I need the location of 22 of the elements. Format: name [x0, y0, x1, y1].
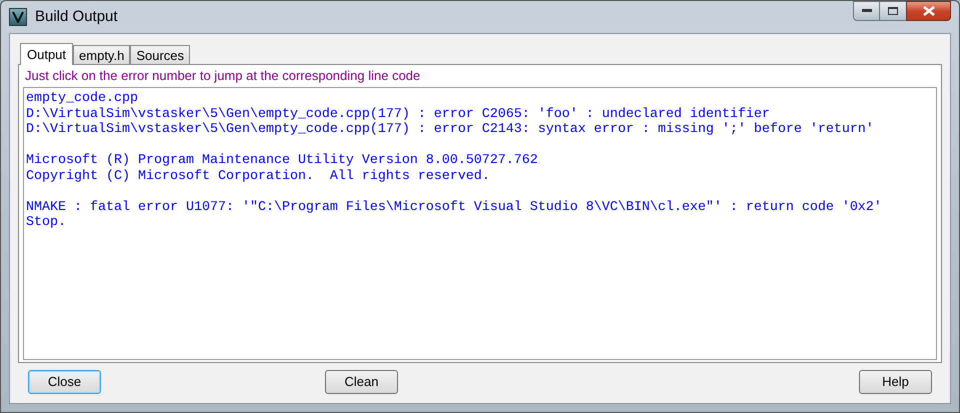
maximize-button[interactable] [880, 1, 906, 21]
maximize-icon [888, 7, 898, 15]
output-line: Microsoft (R) Program Maintenance Utility Version 8.00.50727.762 [26, 153, 538, 168]
close-button[interactable] [906, 1, 951, 21]
dialog-button[interactable]: Close [28, 370, 101, 394]
minimize-icon [862, 9, 872, 13]
output-line: D:\VirtualSim\vstasker\5\Gen\empty_code.cpp(177) : error C2143: syntax error : missing ';' before 'return' [26, 122, 874, 138]
tab[interactable]: Sources [130, 45, 190, 64]
dialog-button[interactable]: Help [859, 370, 932, 394]
app-logo-icon [9, 8, 27, 26]
output-line: Stop. [26, 215, 66, 230]
output-line: empty_code.cpp [26, 91, 138, 106]
dialog-button[interactable]: Clean [325, 370, 398, 394]
minimize-button[interactable] [853, 1, 880, 21]
window-title: Build Output [35, 6, 118, 27]
output-line: D:\VirtualSim\vstasker\5\Gen\empty_code.cpp(177) : error C2065: 'foo' : undeclared identifier [26, 106, 770, 122]
tab[interactable]: Output [20, 43, 74, 65]
close-icon [922, 6, 934, 16]
output-line: NMAKE : fatal error U1077: '"C:\Program Files\Microsoft Visual Studio 8\VC\BIN\cl.exe"' : return code '0x2' [26, 200, 882, 215]
hint-text: Just click on the error number to jump at the corresponding line code [24, 67, 422, 85]
tab[interactable]: empty.h [73, 45, 130, 64]
output-line: Copyright (C) Microsoft Corporation. All rights reserved. [26, 168, 490, 184]
